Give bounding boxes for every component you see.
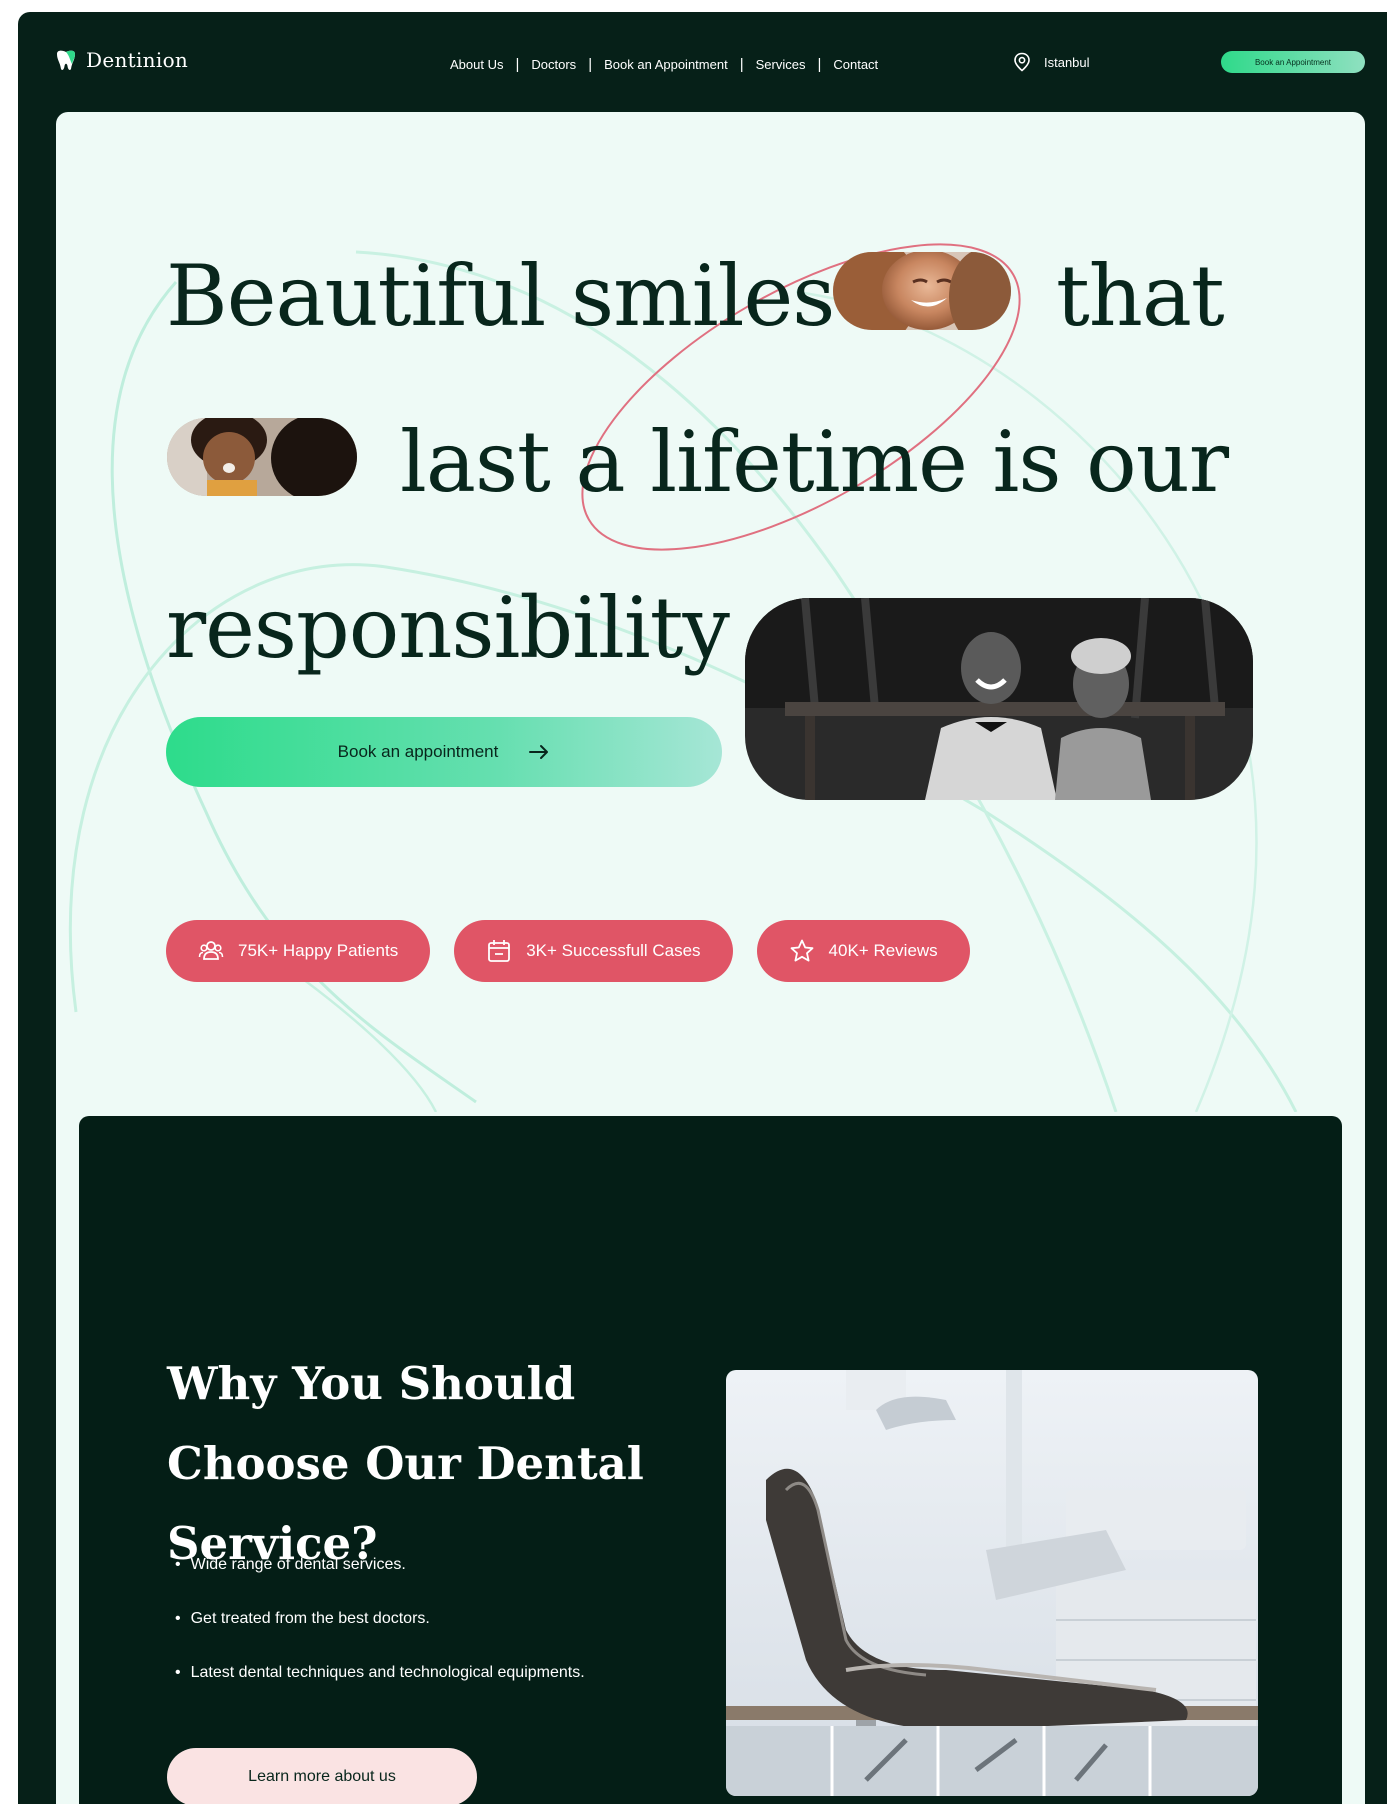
location-pin-icon [1014,52,1030,72]
why-points-list: Wide range of dental services. Get treat… [175,1556,585,1718]
tooth-logo-icon [57,50,75,70]
nav-divider: | [739,56,744,73]
hero-section: Beautiful smiles that last a lifetime is… [56,112,1365,1804]
learn-more-button[interactable]: Learn more about us [167,1748,477,1804]
happy-couple-photo [745,598,1253,800]
arrow-right-icon [529,745,549,759]
brand-name: Dentinion [86,48,189,72]
why-point: Get treated from the best doctors. [175,1610,585,1664]
stat-happy-patients: 75K+ Happy Patients [166,920,431,982]
nav-links: About Us | Doctors | Book an Appointment… [450,56,878,73]
stats-row: 75K+ Happy Patients 3K+ Successfull Case… [166,920,970,982]
stat-label: 75K+ Happy Patients [238,941,399,960]
users-icon [198,941,224,960]
nav-divider: | [588,56,593,73]
nav-link-contact[interactable]: Contact [833,57,878,72]
brand-logo[interactable]: Dentinion [54,48,188,72]
location-label: Istanbul [1044,54,1090,70]
nav-divider: | [817,56,822,73]
nav-link-book-appointment[interactable]: Book an Appointment [604,57,728,72]
stat-successful-cases: 3K+ Successfull Cases [454,920,733,982]
book-appointment-label: Book an appointment [337,742,499,761]
hero-heading-line2: last a lifetime is our [400,413,1229,511]
hero-heading-line3: responsibility [166,579,730,677]
star-icon [790,939,813,962]
nav-book-appointment-button[interactable]: Book an Appointment [1221,51,1365,73]
why-point: Wide range of dental services. [175,1556,585,1610]
nav-link-about-us[interactable]: About Us [450,57,503,72]
nav-link-doctors[interactable]: Doctors [531,57,576,72]
stat-label: 40K+ Reviews [828,941,938,960]
calendar-icon [488,940,511,962]
why-choose-us-section: Why You Should Choose Our Dental Service… [79,1116,1342,1804]
dental-clinic-photo [726,1370,1258,1796]
stat-label: 3K+ Successfull Cases [526,941,701,960]
nav-link-services[interactable]: Services [756,57,806,72]
why-point: Latest dental techniques and technologic… [175,1664,585,1718]
why-section-title: Why You Should Choose Our Dental Service… [167,1357,644,1570]
top-navigation: Dentinion About Us | Doctors | Book an A… [18,12,1387,112]
page-frame: Dentinion About Us | Doctors | Book an A… [18,12,1387,1804]
smiling-woman-photo [833,252,1011,330]
nav-divider: | [515,56,520,73]
child-brushing-teeth-photo [167,418,357,496]
hero-heading-line1-start: Beautiful smiles [166,247,835,345]
hero-heading-line1-end: that [1056,247,1225,345]
location-selector[interactable]: Istanbul [1012,52,1090,72]
stat-reviews: 40K+ Reviews [756,920,970,982]
book-appointment-button[interactable]: Book an appointment [166,717,722,787]
